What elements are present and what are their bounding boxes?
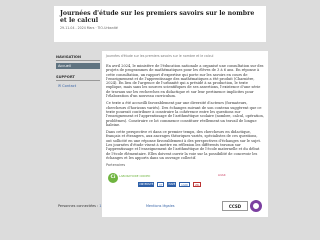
page-title: Journées d'étude sur les premiers savoir… [60,10,255,24]
sidebar-support-title: SUPPORT [56,75,100,81]
contact-label: Contact [62,84,77,88]
ccsd-badge[interactable]: CCSD [222,201,248,211]
partner-logos: Ci LABORATOIRE CIRDED LDAR UNIVERSITÉ CY… [106,171,264,191]
connected-users: Personnes connectées : 1 [58,204,101,208]
cirded-logo[interactable]: Ci [108,173,118,184]
breadcrumb: Journées d'étude sur les premiers savoir… [106,54,214,58]
cirded-logo-text: LABORATOIRE CIRDED [119,174,151,179]
sidebar-navigation-title: NAVIGATION [56,55,100,61]
sidebar-item-contact[interactable]: ✉ Contact [56,83,100,89]
partner-logo[interactable]: LDAR [179,182,190,188]
envelope-icon: ✉ [58,84,62,88]
main-content: Journées d'étude sur les premiers savoir… [102,51,268,217]
partners-label: Partenaires [106,163,126,168]
connected-users-label: Personnes connectées : [58,204,100,208]
partner-logo-row: UNIVERSITÉ CY INSPÉ LDAR LML [138,182,202,188]
partner-logo[interactable]: INSPÉ [167,182,177,188]
sidebar: NAVIGATION Accueil SUPPORT ✉ Contact [56,55,100,89]
paragraph-3: Dans cette perspective et dans ce premie… [106,130,262,160]
page-header: Journées d'étude sur les premiers savoir… [54,6,266,42]
partner-logo[interactable]: UNIVERSITÉ [138,182,155,188]
connected-users-count: 1 [99,204,102,208]
legal-notice-link[interactable]: Mentions légales [146,204,175,208]
paragraph-1: En avril 2024, le ministère de l'éducati… [106,64,264,99]
open-edition-icon[interactable] [250,200,262,212]
partner-logo[interactable]: LML [192,182,202,188]
ldar-logo[interactable]: LDAR [218,173,226,177]
partner-logo[interactable]: CY [157,182,165,188]
paragraph-2: Ce texte a été accueilli favorablement p… [106,101,264,127]
event-date: 29-11-04 - 2024 Mars · TIO-Urbanité [60,26,118,30]
